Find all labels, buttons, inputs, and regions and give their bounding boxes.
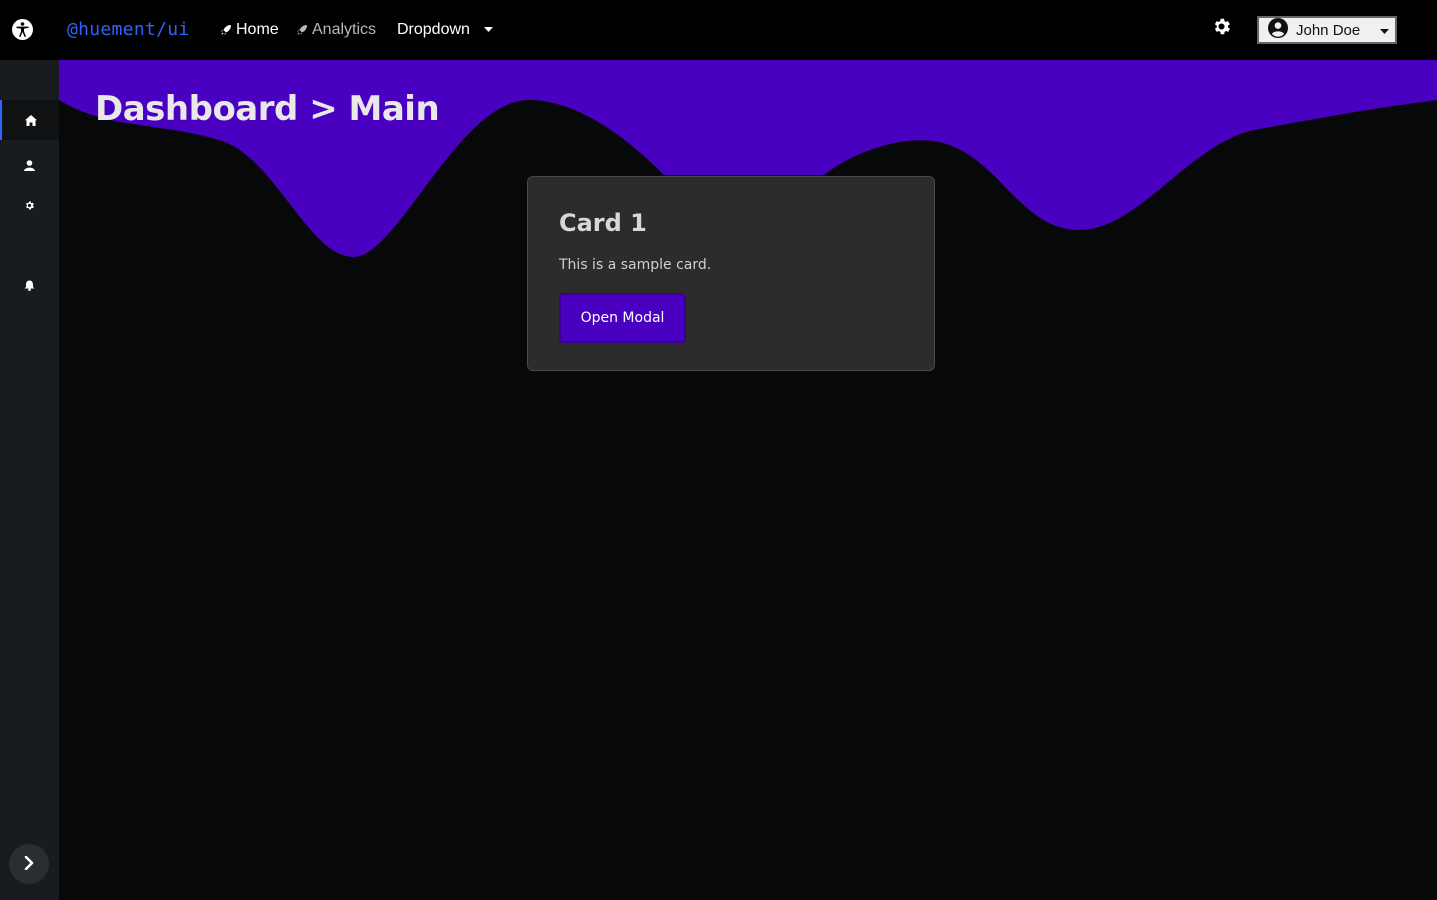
brand-logo[interactable]: @huement/ui xyxy=(67,18,190,42)
sidebar-item-notifications[interactable] xyxy=(0,265,59,305)
nav-analytics-link[interactable]: Analytics xyxy=(296,20,376,40)
bell-icon xyxy=(24,276,35,295)
nav-dropdown-label: Dropdown xyxy=(397,21,470,38)
user-menu-button[interactable]: John Doe xyxy=(1257,16,1397,44)
nav-home-link[interactable]: Home xyxy=(220,20,279,40)
sidebar-item-profile[interactable] xyxy=(0,145,59,185)
caret-down-icon xyxy=(483,27,493,33)
chevron-right-icon xyxy=(24,855,34,874)
sidebar-expand-button[interactable] xyxy=(9,844,49,884)
card: Card 1 This is a sample card. Open Modal xyxy=(527,176,935,371)
caret-down-icon xyxy=(1380,22,1389,39)
accessibility-icon[interactable] xyxy=(12,19,33,40)
open-modal-button[interactable]: Open Modal xyxy=(559,293,686,343)
main-content: Dashboard > Main Card 1 This is a sample… xyxy=(59,60,1437,900)
gear-icon xyxy=(24,196,35,215)
card-text: This is a sample card. xyxy=(559,257,712,273)
sidebar-item-home[interactable] xyxy=(0,100,59,140)
user-circle-icon xyxy=(1268,18,1288,42)
gear-icon[interactable] xyxy=(1211,16,1232,37)
sidebar xyxy=(0,60,59,900)
card-title: Card 1 xyxy=(559,209,647,237)
rocket-icon xyxy=(296,24,308,36)
user-name: John Doe xyxy=(1296,21,1361,39)
nav-home-label: Home xyxy=(236,21,279,38)
page-title: Dashboard > Main xyxy=(95,89,440,129)
nav-dropdown-toggle[interactable]: Dropdown xyxy=(397,20,493,40)
top-navbar: @huement/ui Home Analytics Dropdown John… xyxy=(0,0,1437,60)
rocket-icon xyxy=(220,24,232,36)
sidebar-item-settings[interactable] xyxy=(0,185,59,225)
user-icon xyxy=(24,156,35,175)
nav-analytics-label: Analytics xyxy=(312,21,377,38)
home-icon xyxy=(24,111,37,130)
